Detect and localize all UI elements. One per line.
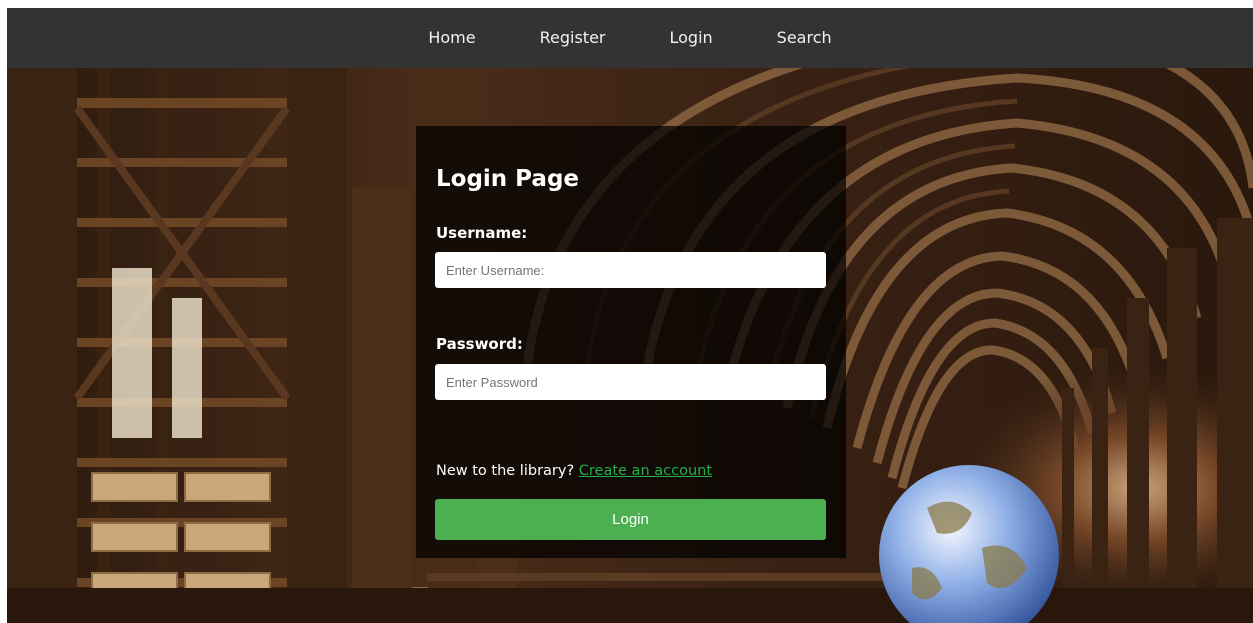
password-label: Password: bbox=[436, 335, 523, 353]
username-input[interactable] bbox=[435, 252, 826, 288]
signup-prompt-line: New to the library? Create an account bbox=[436, 463, 712, 479]
page-title: Login Page bbox=[436, 166, 580, 192]
password-input[interactable] bbox=[435, 364, 826, 400]
login-panel: Login Page Username: Password: New to th… bbox=[416, 126, 846, 558]
login-button[interactable]: Login bbox=[435, 499, 826, 540]
nav-register-link[interactable]: Register bbox=[508, 8, 638, 68]
signup-prompt-text: New to the library? bbox=[436, 463, 575, 479]
page-frame: Home Register Login Search Login Page Us… bbox=[7, 8, 1253, 623]
username-label: Username: bbox=[436, 224, 528, 242]
nav-search-link[interactable]: Search bbox=[745, 8, 864, 68]
nav-login-link[interactable]: Login bbox=[637, 8, 744, 68]
nav-home-link[interactable]: Home bbox=[396, 8, 507, 68]
top-navbar: Home Register Login Search bbox=[7, 8, 1253, 68]
create-account-link[interactable]: Create an account bbox=[579, 463, 712, 479]
